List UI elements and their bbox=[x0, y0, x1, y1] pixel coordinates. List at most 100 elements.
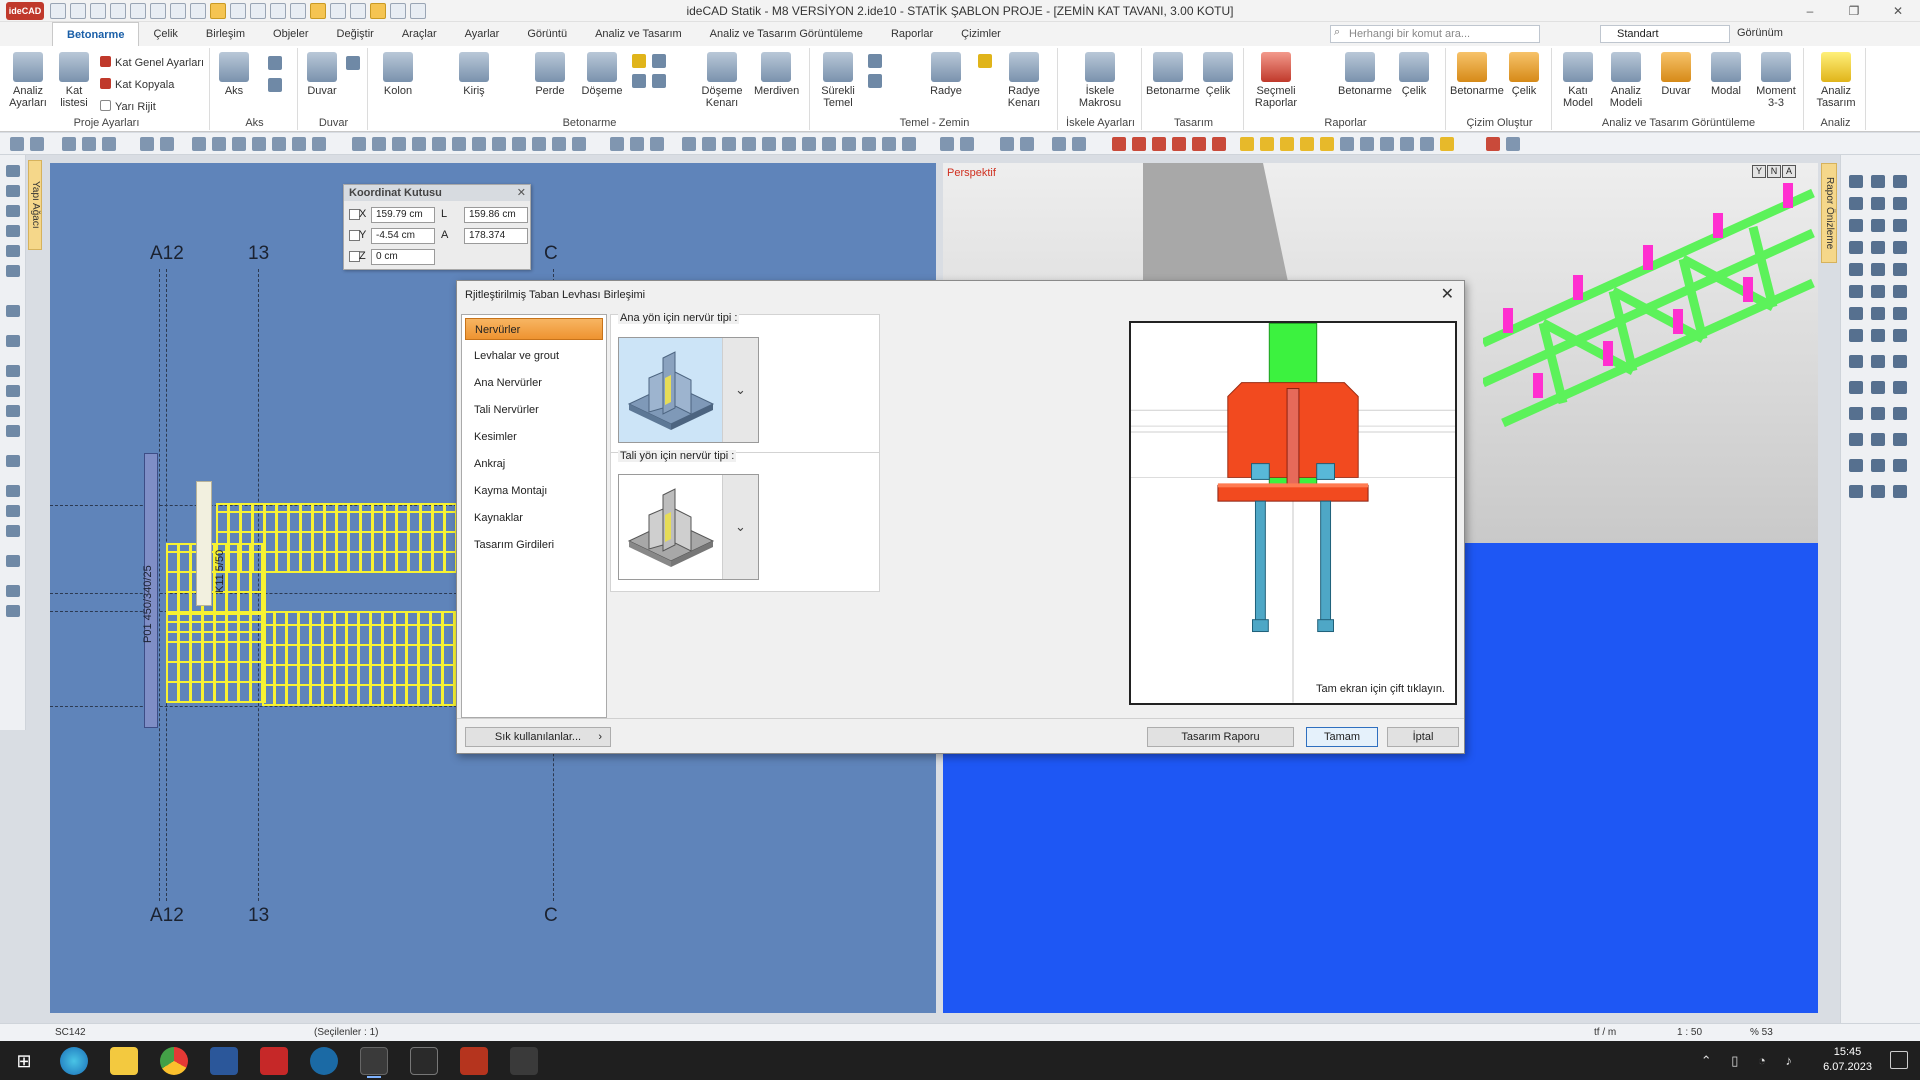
deselect-icon[interactable] bbox=[1132, 137, 1146, 151]
select-window-icon[interactable] bbox=[1152, 137, 1166, 151]
nav-tali-nervurler[interactable]: Tali Nervürler bbox=[465, 399, 603, 421]
tube-icon[interactable] bbox=[1849, 459, 1863, 472]
snap-polar-icon[interactable] bbox=[1072, 137, 1086, 151]
ok-button[interactable]: Tamam bbox=[1306, 727, 1378, 747]
nav-nervurler[interactable]: Nervürler bbox=[465, 318, 603, 340]
secmeli-raporlar-button[interactable]: Seçmeli Raporlar bbox=[1254, 52, 1298, 114]
filter-icon[interactable] bbox=[6, 245, 20, 257]
material-icon[interactable] bbox=[1320, 137, 1334, 151]
view-menu[interactable]: Görünüm bbox=[1737, 27, 1783, 39]
cloud-icon[interactable] bbox=[782, 137, 796, 151]
view-iso-icon[interactable] bbox=[1871, 197, 1885, 210]
plate-icon[interactable] bbox=[1893, 263, 1907, 276]
view-plan-icon[interactable] bbox=[1893, 197, 1907, 210]
close-icon[interactable]: ✕ bbox=[1441, 284, 1454, 304]
profile-icon[interactable] bbox=[1871, 263, 1885, 276]
explode-icon[interactable] bbox=[492, 137, 506, 151]
cube-icon[interactable] bbox=[6, 585, 20, 597]
measure-icon[interactable] bbox=[102, 137, 116, 151]
line-icon[interactable] bbox=[722, 137, 736, 151]
cap-plate-icon[interactable] bbox=[1893, 433, 1907, 446]
view-front-icon[interactable] bbox=[1849, 175, 1863, 188]
kat-listesi-button[interactable]: Kat listesi bbox=[52, 52, 96, 114]
nav-kaynaklar[interactable]: Kaynaklar bbox=[465, 507, 603, 529]
connection-icon[interactable] bbox=[1849, 263, 1863, 276]
fillet-icon[interactable] bbox=[412, 137, 426, 151]
rapor-celik-button[interactable]: Çelik bbox=[1392, 52, 1436, 114]
angle-icon[interactable] bbox=[1871, 459, 1885, 472]
layer-icon[interactable] bbox=[940, 137, 954, 151]
analiz-ayarlari-button[interactable]: Analiz Ayarları bbox=[6, 52, 50, 114]
nav-tasarim-girdileri[interactable]: Tasarım Girdileri bbox=[465, 534, 603, 556]
style-select[interactable]: Standart bbox=[1600, 25, 1730, 43]
tab-degistir[interactable]: Değiştir bbox=[323, 22, 388, 46]
footing-icon[interactable] bbox=[868, 54, 882, 68]
pile-icon[interactable] bbox=[868, 74, 882, 88]
slab-rebar-grid-3[interactable] bbox=[166, 613, 266, 703]
select-crossing-icon[interactable] bbox=[1172, 137, 1186, 151]
link-icon[interactable] bbox=[6, 405, 20, 417]
divide-icon[interactable] bbox=[532, 137, 546, 151]
tree-icon[interactable] bbox=[6, 165, 20, 177]
stair-steel-icon[interactable] bbox=[1871, 329, 1885, 342]
merdiven-button[interactable]: Merdiven bbox=[754, 52, 799, 114]
join-icon[interactable] bbox=[472, 137, 486, 151]
leader-icon[interactable] bbox=[882, 137, 896, 151]
truss-icon[interactable] bbox=[1849, 307, 1863, 320]
report-small-icon[interactable] bbox=[1486, 137, 1500, 151]
tab-celik[interactable]: Çelik bbox=[139, 22, 191, 46]
stiffener-icon[interactable] bbox=[1871, 381, 1885, 394]
render-icon[interactable] bbox=[1260, 137, 1274, 151]
hea-icon[interactable] bbox=[1871, 485, 1885, 498]
main-rib-type-select[interactable]: ⌄ bbox=[618, 337, 759, 443]
close-icon[interactable]: ✕ bbox=[517, 186, 526, 199]
status-scale[interactable]: 1 : 50 bbox=[1677, 1027, 1702, 1038]
detail-icon[interactable] bbox=[6, 335, 20, 347]
slab-edit-icon[interactable] bbox=[652, 54, 666, 68]
stud-icon[interactable] bbox=[1871, 355, 1885, 368]
view-left-icon[interactable] bbox=[1893, 175, 1907, 188]
clock[interactable]: 15:45 6.07.2023 bbox=[1823, 1045, 1872, 1075]
view-right-icon[interactable] bbox=[1849, 197, 1863, 210]
chamfer-icon[interactable] bbox=[432, 137, 446, 151]
trim-icon[interactable] bbox=[352, 137, 366, 151]
result-icon[interactable] bbox=[1400, 137, 1414, 151]
splice-icon[interactable] bbox=[1893, 355, 1907, 368]
shadow-icon[interactable] bbox=[1300, 137, 1314, 151]
slab-tool-icon[interactable] bbox=[632, 54, 646, 68]
tab-cizimler[interactable]: Çizimler bbox=[947, 22, 1015, 46]
doseme-kenari-button[interactable]: Döşeme Kenarı bbox=[700, 52, 744, 114]
autocad-icon[interactable] bbox=[260, 1047, 288, 1075]
acrobat-icon[interactable] bbox=[510, 1047, 538, 1075]
moment-button[interactable]: Moment 3-3 bbox=[1754, 52, 1798, 114]
tasarim-celik-button[interactable]: Çelik bbox=[1196, 52, 1240, 114]
a-field[interactable]: 178.374 bbox=[464, 228, 528, 244]
array-icon[interactable] bbox=[272, 137, 286, 151]
move-icon[interactable] bbox=[192, 137, 206, 151]
cleat-icon[interactable] bbox=[1849, 407, 1863, 420]
visibility-icon[interactable] bbox=[960, 137, 974, 151]
radye-button[interactable]: Radye bbox=[924, 52, 968, 114]
analiz-duvar-button[interactable]: Duvar bbox=[1654, 52, 1698, 114]
rotate-icon[interactable] bbox=[232, 137, 246, 151]
tab-araclar[interactable]: Araçlar bbox=[388, 22, 451, 46]
end-plate-icon[interactable] bbox=[1893, 407, 1907, 420]
load-icon[interactable] bbox=[1871, 241, 1885, 254]
copy-icon[interactable] bbox=[212, 137, 226, 151]
edit-icon[interactable] bbox=[82, 137, 96, 151]
cancel-button[interactable]: İptal bbox=[1387, 727, 1459, 747]
yari-rijit-checkbox[interactable]: Yarı Rijit bbox=[100, 100, 156, 113]
polyline-icon[interactable] bbox=[822, 137, 836, 151]
yapi-agaci-tab[interactable]: Yapı Ağacı bbox=[28, 160, 42, 250]
kat-kopyala-button[interactable]: Kat Kopyala bbox=[100, 78, 174, 91]
history-icon[interactable] bbox=[6, 265, 20, 277]
bolt-icon[interactable] bbox=[1849, 285, 1863, 298]
zoom-window-icon[interactable] bbox=[30, 137, 44, 151]
section-cut-icon[interactable] bbox=[6, 365, 20, 377]
select-all-icon[interactable] bbox=[1192, 137, 1206, 151]
object-icon[interactable] bbox=[6, 225, 20, 237]
duvar-button[interactable]: Duvar bbox=[300, 52, 344, 114]
anchor-icon[interactable] bbox=[1893, 285, 1907, 298]
elevation-icon[interactable] bbox=[6, 385, 20, 397]
stamp-icon[interactable] bbox=[6, 555, 20, 567]
